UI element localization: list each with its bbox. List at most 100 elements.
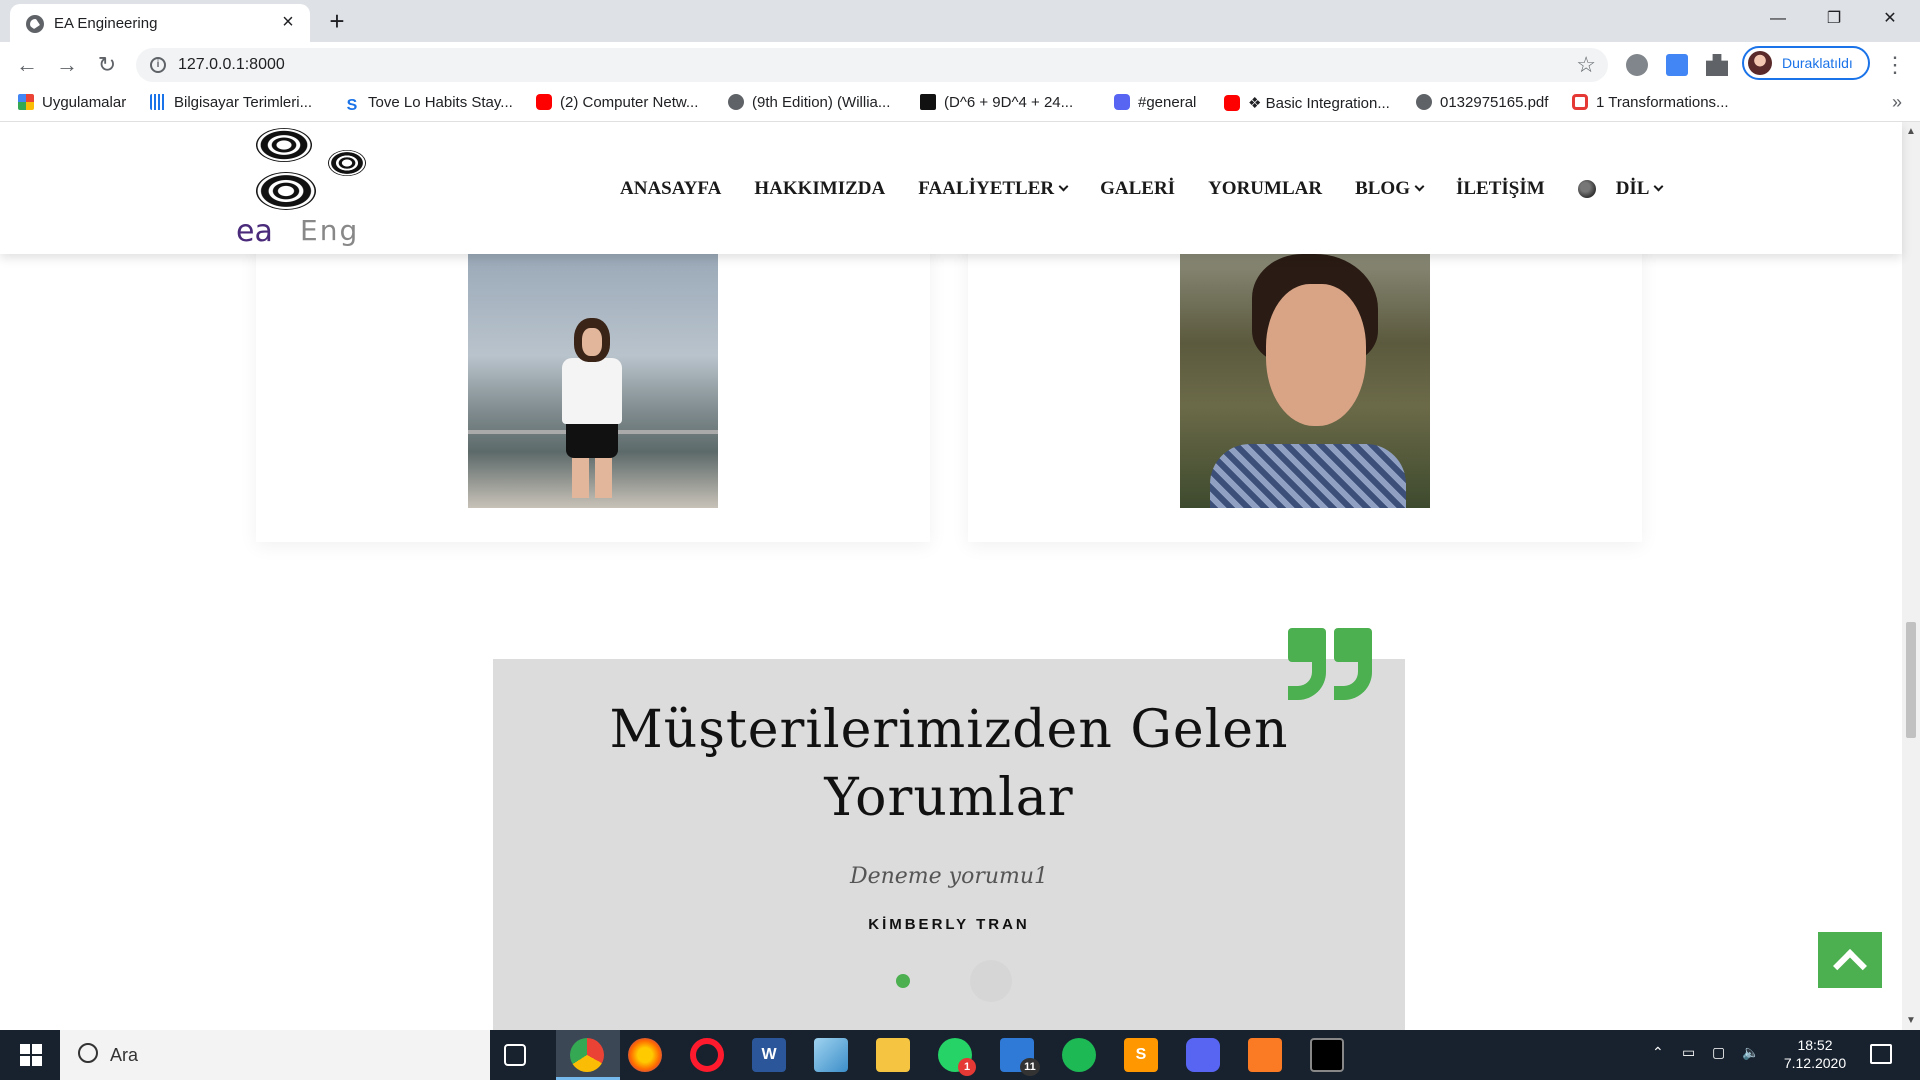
carousel-dots (880, 960, 1020, 1002)
bookmark-item[interactable]: 1 Transformations... (1572, 94, 1729, 114)
tab-title: EA Engineering (54, 15, 158, 32)
bookmark-item[interactable]: ❖ Basic Integration... (1224, 94, 1390, 114)
taskbar-search[interactable]: Ara (60, 1030, 490, 1080)
restore-window-button[interactable]: ❐ (1806, 0, 1862, 38)
discord-icon (1114, 94, 1130, 110)
bookmark-item[interactable]: (D^6 + 9D^4 + 24... (920, 94, 1073, 114)
chevron-down-icon (1654, 181, 1664, 192)
site-header: ea Eng ANASAYFA HAKKIMIZDA FAALİYETLER G… (0, 122, 1902, 254)
bookmark-item[interactable]: Bilgisayar Terimleri... (150, 94, 312, 114)
xampp-icon[interactable] (1248, 1038, 1282, 1072)
volume-icon[interactable]: 🔈 (1742, 1044, 1759, 1061)
scrollbar-thumb[interactable] (1906, 622, 1916, 738)
team-member-photo (1180, 254, 1430, 508)
quote-icon (1288, 628, 1374, 702)
site-favicon-icon (26, 15, 44, 33)
bars-icon (150, 94, 166, 110)
reload-icon[interactable]: ↻ (92, 50, 122, 80)
firefox-icon[interactable] (628, 1038, 662, 1072)
windows-start-button[interactable] (0, 1030, 60, 1080)
carousel-dot[interactable] (970, 960, 1012, 1002)
address-bar[interactable]: i 127.0.0.1:8000 ☆ (136, 48, 1608, 82)
bookmark-item[interactable]: S Tove Lo Habits Stay... (344, 94, 513, 114)
extensions-puzzle-icon[interactable] (1706, 54, 1728, 76)
mail-icon[interactable]: 11 (1000, 1038, 1040, 1076)
chevron-up-icon (1833, 949, 1867, 983)
globe-icon (728, 94, 744, 110)
close-tab-icon[interactable]: × (276, 10, 300, 34)
page-scrollbar[interactable]: ▲ ▼ (1902, 122, 1920, 1030)
browser-menu-icon[interactable]: ⋮ (1884, 50, 1906, 80)
logo-text-ea: ea (236, 214, 273, 249)
back-to-top-button[interactable] (1818, 932, 1882, 988)
search-placeholder: Ara (110, 1045, 139, 1065)
nav-item-faaliyetler[interactable]: FAALİYETLER (918, 178, 1069, 200)
notepad-icon[interactable] (814, 1038, 848, 1072)
chevron-down-icon (1414, 181, 1425, 192)
close-window-button[interactable]: ✕ (1862, 0, 1918, 38)
testimonial-quote: Deneme yorumu1 (849, 864, 1049, 889)
testimonial-author: KİMBERLY TRAN (868, 916, 1030, 933)
bookmark-item[interactable]: 0132975165.pdf (1416, 94, 1548, 114)
file-explorer-icon[interactable] (876, 1038, 910, 1072)
forward-arrow-icon[interactable]: → (52, 50, 82, 80)
bookmark-star-icon[interactable]: ☆ (1576, 52, 1596, 78)
whatsapp-icon[interactable]: 1 (938, 1038, 976, 1076)
discord-extension-icon[interactable] (1626, 54, 1648, 76)
windows-taskbar: Ara W 1 11 S ⌃ ▭ ▢ 🔈 18:52 7.12.2020 (0, 1030, 1920, 1080)
main-navigation: ANASAYFA HAKKIMIZDA FAALİYETLER GALERİ Y… (620, 174, 1695, 204)
scroll-up-icon[interactable]: ▲ (1906, 126, 1916, 137)
logo-swirl-icon (256, 172, 316, 210)
nav-item-galeri[interactable]: GALERİ (1100, 178, 1175, 200)
profile-status-label: Duraklatıldı (1782, 55, 1853, 71)
s-icon: S (346, 97, 358, 114)
browser-tab[interactable]: EA Engineering × (10, 4, 310, 42)
terminal-icon[interactable] (1310, 1038, 1344, 1072)
globe-icon (1577, 180, 1596, 198)
page-viewport: ea Eng ANASAYFA HAKKIMIZDA FAALİYETLER G… (0, 122, 1920, 1030)
opera-icon[interactable] (690, 1038, 724, 1072)
discord-icon[interactable] (1186, 1038, 1220, 1072)
browser-tab-strip: EA Engineering × + — ❐ ✕ (0, 0, 1920, 42)
team-member-photo (468, 254, 718, 508)
logo-swirl-icon (256, 128, 312, 162)
chrome-icon[interactable] (570, 1038, 604, 1072)
sublime-text-icon[interactable]: S (1124, 1038, 1158, 1072)
new-tab-button[interactable]: + (322, 6, 352, 36)
nav-item-anasayfa[interactable]: ANASAYFA (620, 178, 721, 200)
tray-overflow-icon[interactable]: ⌃ (1652, 1044, 1664, 1061)
network-icon[interactable]: ▢ (1712, 1044, 1725, 1061)
nav-item-dil[interactable]: DİL (1616, 178, 1664, 200)
site-info-icon[interactable]: i (150, 57, 166, 73)
bookmark-item[interactable]: (2) Computer Netw... (536, 94, 698, 114)
scroll-down-icon[interactable]: ▼ (1906, 1015, 1916, 1026)
site-logo[interactable]: ea Eng (232, 128, 372, 249)
testimonials-heading: Müşterilerimizden Gelen Yorumlar (609, 700, 1289, 828)
chevron-down-icon (1058, 181, 1069, 192)
nav-item-iletisim[interactable]: İLETİŞİM (1456, 178, 1545, 200)
bookmark-item[interactable]: (9th Edition) (Willia... (728, 94, 890, 114)
task-view-icon[interactable] (504, 1044, 526, 1066)
apps-grid-icon (18, 94, 34, 110)
notifications-icon[interactable] (1870, 1044, 1892, 1064)
google-translate-extension-icon[interactable] (1666, 54, 1688, 76)
word-icon[interactable]: W (752, 1038, 786, 1072)
nav-item-yorumlar[interactable]: YORUMLAR (1208, 178, 1322, 200)
search-icon (78, 1043, 98, 1063)
profile-button[interactable]: Duraklatıldı (1742, 46, 1870, 80)
system-clock[interactable]: 18:52 7.12.2020 (1770, 1036, 1860, 1072)
spotify-icon[interactable] (1062, 1038, 1096, 1072)
youtube-icon (536, 94, 552, 110)
nav-item-hakkimizda[interactable]: HAKKIMIZDA (754, 178, 885, 200)
carousel-dot-active[interactable] (896, 974, 910, 988)
oracle-icon (1572, 94, 1588, 110)
bookmark-item[interactable]: Uygulamalar (18, 94, 126, 114)
url-text[interactable]: 127.0.0.1:8000 (178, 56, 285, 74)
nav-item-blog[interactable]: BLOG (1355, 178, 1425, 200)
tray-device-icon[interactable]: ▭ (1682, 1044, 1695, 1061)
bookmarks-bar: Uygulamalar Bilgisayar Terimleri... S Tov… (0, 86, 1920, 122)
bookmark-item[interactable]: #general (1114, 94, 1196, 114)
minimize-window-button[interactable]: — (1750, 0, 1806, 38)
back-arrow-icon[interactable]: ← (12, 50, 42, 80)
more-bookmarks-icon[interactable]: » (1892, 92, 1902, 113)
